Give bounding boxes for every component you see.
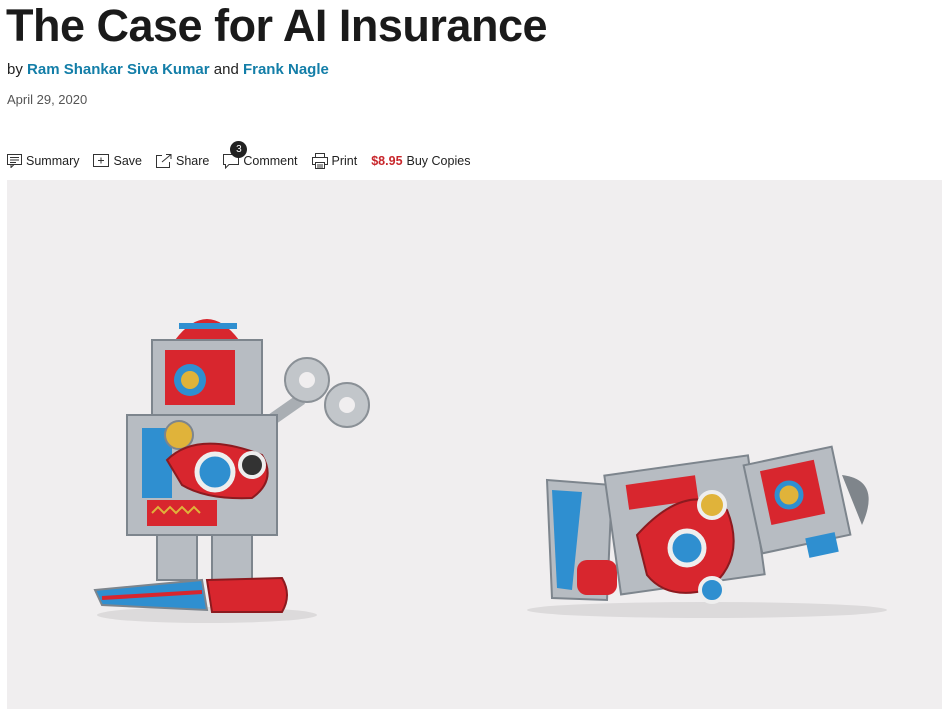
- save-icon: [93, 154, 110, 168]
- author-link-2[interactable]: Frank Nagle: [243, 61, 329, 78]
- price-label: $8.95: [371, 154, 403, 168]
- comment-button[interactable]: 3 Comment: [223, 140, 298, 169]
- summary-label: Summary: [26, 154, 80, 168]
- standing-robot-illustration: [93, 319, 370, 623]
- fallen-robot-illustration: [527, 445, 887, 618]
- print-icon: [311, 153, 328, 169]
- print-button[interactable]: Print: [311, 153, 358, 169]
- byline: by Ram Shankar Siva Kumar and Frank Nagl…: [7, 61, 329, 78]
- summary-button[interactable]: Summary: [7, 154, 79, 168]
- article-title: The Case for AI Insurance: [6, 0, 548, 51]
- article-toolbar: Summary Save Share 3 Comment Print $8.95…: [7, 140, 470, 172]
- byline-and: and: [213, 61, 239, 78]
- buy-copies-button[interactable]: $8.95 Buy Copies: [371, 154, 470, 168]
- author-link-1[interactable]: Ram Shankar Siva Kumar: [27, 61, 210, 78]
- publish-date: April 29, 2020: [7, 92, 88, 107]
- byline-prefix: by: [7, 61, 23, 78]
- share-button[interactable]: Share: [155, 154, 210, 168]
- print-label: Print: [331, 154, 358, 168]
- save-button[interactable]: Save: [93, 154, 142, 168]
- buy-copies-label: Buy Copies: [406, 154, 471, 168]
- hero-image: [7, 180, 942, 709]
- comment-count-badge: 3: [230, 140, 248, 158]
- comment-label: Comment: [243, 154, 298, 168]
- share-label: Share: [175, 154, 210, 168]
- save-label: Save: [113, 154, 142, 168]
- summary-icon: [7, 154, 22, 168]
- share-icon: [155, 154, 172, 168]
